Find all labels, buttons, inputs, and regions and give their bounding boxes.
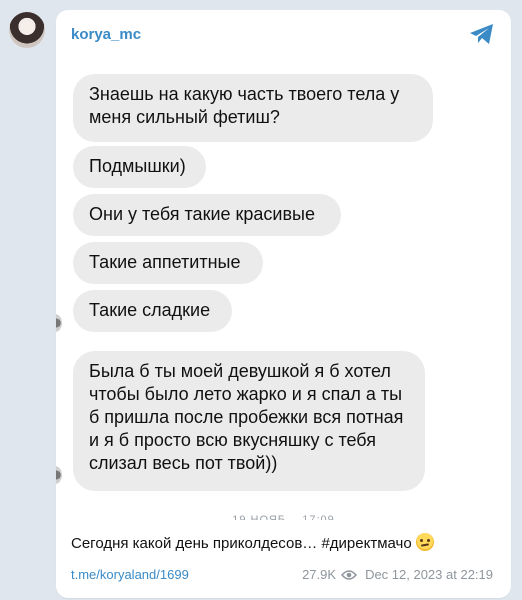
eye-icon [341, 569, 358, 580]
screenshot-image[interactable]: Знаешь на какую часть твоего тела у меня… [56, 56, 511, 528]
cut-off-timestamp: 19 НОЯБ... 17:09 [232, 514, 335, 520]
caption-text: Сегодня какой день приколдесов… #директм… [71, 535, 412, 552]
view-count: 27.9K [302, 567, 337, 582]
message-bubble: Знаешь на какую часть твоего тела у меня… [73, 74, 433, 142]
post-caption: Сегодня какой день приколдесов… #директм… [71, 533, 434, 552]
avatar-face [21, 21, 33, 35]
telegram-plane-icon[interactable] [469, 23, 495, 45]
post-link[interactable]: t.me/koryaland/1699 [71, 567, 189, 582]
channel-avatar[interactable] [9, 12, 45, 48]
sender-avatar [56, 466, 62, 484]
message-bubble: Такие сладкие [73, 290, 232, 332]
message-bubble: Была б ты моей девушкой я б хотел чтобы … [73, 351, 425, 491]
post-date: Dec 12, 2023 at 22:19 [365, 567, 493, 582]
channel-name[interactable]: korya_mc [71, 26, 141, 43]
message-bubble: Они у тебя такие красивые [73, 194, 341, 236]
sender-avatar [56, 314, 62, 332]
woozy-face-emoji-icon [415, 533, 434, 551]
message-bubble: Подмышки) [73, 146, 206, 188]
message-bubble: Такие аппетитные [73, 242, 263, 284]
post-card: korya_mc Знаешь на какую часть твоего те… [56, 10, 511, 598]
post-meta: 27.9K Dec 12, 2023 at 22:19 [302, 567, 493, 582]
